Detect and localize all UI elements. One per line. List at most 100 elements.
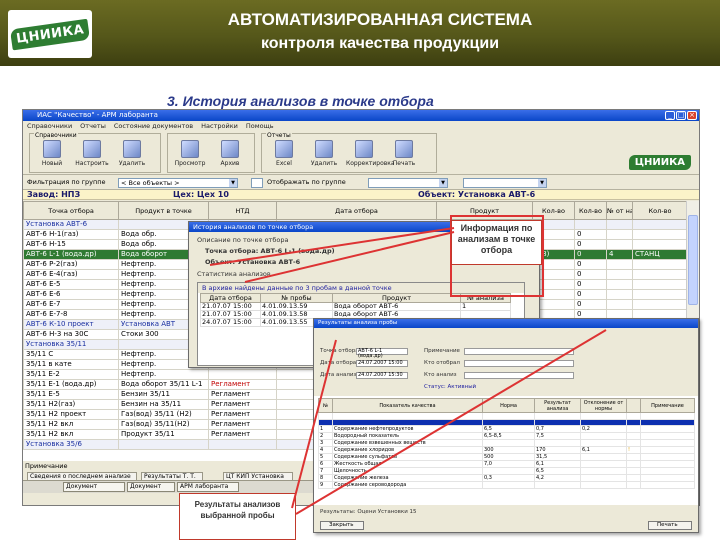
column-header[interactable]: № пробы [260,293,333,303]
history-section-label: Описание по точке отбора [197,236,289,244]
view-button[interactable]: Просмотр [172,135,208,171]
analyst-field[interactable] [464,372,574,379]
table-cell [482,418,535,427]
taskbar-item[interactable]: АРМ лаборанта [177,482,239,492]
result-row[interactable]: 9 Содержание сероводорода [318,481,695,490]
table-cell [632,299,687,310]
note-label: Примечание [25,462,68,470]
table-cell: АВТ-6 Е-5 [23,279,119,290]
toolbar: Справочники Новый Настроить Удалить Прос… [23,131,699,175]
menu-item[interactable]: Справочники [27,121,72,131]
remove-button[interactable]: Удалить [306,135,342,171]
table-cell [208,439,277,450]
delete-button[interactable]: Удалить [114,135,150,171]
result-row[interactable]: 5 Содержание сульфатов 500 31,5 [318,453,695,462]
field-value[interactable]: 24.07.2007 15:30 [356,372,408,379]
scrollbar-thumb[interactable] [688,215,698,305]
table-cell: 2 [318,432,333,441]
table-cell: Вода оборот 35/11 L-1 [118,379,209,390]
new-button[interactable]: Новый [34,135,70,171]
table-cell: 0 [574,229,607,240]
delete-icon [123,140,141,158]
field-value[interactable]: АВТ-6 L-1 (вода.др) [356,348,408,359]
close-button[interactable]: × [687,111,697,120]
menu-item[interactable]: Состояние документов [114,121,193,131]
result-row[interactable] [318,412,695,420]
result-row[interactable]: 8 Содержание железа 0,3 4,2 [318,474,695,483]
field-label: Примечание [424,348,460,354]
toolbar-group-view: Просмотр Архив [167,133,255,173]
table-cell: 7,5 [534,432,581,441]
table-cell: 0 [574,269,607,280]
column-header[interactable]: № [318,398,333,413]
column-header[interactable]: НТД [208,201,277,220]
table-cell [626,432,641,441]
table-cell [580,453,627,462]
close-dialog-button[interactable]: Закрыть [320,521,364,530]
result-row[interactable]: 7 Щелочность 6,5 [318,467,695,476]
results-table: № Показатель качества Норма Результат ан… [318,398,695,490]
filter-checkbox[interactable] [251,178,263,188]
column-header[interactable]: Отклонение от нормы [580,398,627,413]
note-field[interactable] [464,348,574,355]
menu-item[interactable]: Отчеты [80,121,106,131]
result-row[interactable]: 6 Жесткость общая 7,0 6,1 [318,460,695,469]
slide-subtitle: контроля качества продукции [260,35,500,52]
menu-item[interactable]: Настройки [201,121,238,131]
minimize-button[interactable]: _ [665,111,675,120]
result-row[interactable]: 1 Содержание нефтепродуктов 6,5 0,7 0,2 [318,425,695,434]
print-button[interactable]: Печать [386,135,422,171]
column-header[interactable]: Показатель качества [332,398,483,413]
column-header[interactable]: Кол-во [632,201,687,220]
column-header[interactable]: Продукт в точке [118,201,209,220]
column-header[interactable]: № от на [606,201,633,220]
table-cell [626,425,641,434]
column-header[interactable]: Дата отбора [200,293,261,303]
excel-button[interactable]: Excel [266,135,302,171]
archive-button[interactable]: Архив [212,135,248,171]
configure-button[interactable]: Настроить [74,135,110,171]
table-cell: ! [626,446,641,455]
maximize-button[interactable]: □ [676,111,686,120]
table-cell: 6,5 [534,467,581,476]
table-cell: Установка 35/11 [23,339,119,350]
table-cell: СТАНЦ [632,249,687,260]
table-cell [606,279,633,290]
column-header[interactable]: Точка отбора [23,201,119,220]
filter-group-select[interactable]: < Все объекты > ▼ [118,178,238,188]
table-cell [640,481,695,490]
column-header[interactable] [626,398,641,413]
table-cell: 0 [574,289,607,300]
column-header[interactable]: Результат анализа [534,398,581,413]
taskbar-item[interactable]: Документ [63,482,125,492]
column-header[interactable]: Продукт [332,293,461,303]
menu-item[interactable]: Помощь [246,121,274,131]
correction-icon [355,140,373,158]
history-row[interactable]: 21.07.07 15:00 4.01.09.13.59 Вода оборот А… [200,302,511,311]
column-header[interactable]: Норма [482,398,535,413]
column-header[interactable]: Дата отбора [276,201,437,220]
taskbar-item[interactable]: Документ [127,482,175,492]
result-row[interactable]: 4 Содержание хлоридов 300 170 6,1! [318,446,695,455]
field-value[interactable]: 24.07.2007 15:00 [356,360,408,367]
table-cell [640,418,695,427]
result-row[interactable] [318,418,695,427]
table-cell [580,481,627,490]
group-select-b[interactable]: ▼ [463,178,547,188]
sampler-field[interactable] [464,360,574,367]
result-row[interactable]: 3 Содержание взвешенных веществ [318,439,695,448]
table-cell [332,418,483,427]
table-cell [318,418,333,427]
table-cell [580,467,627,476]
table-cell [606,229,633,240]
table-cell: 21.07.07 15:00 [200,302,261,311]
table-cell: Продукт 35/11 [118,429,209,440]
group-select-a[interactable]: ▼ [368,178,448,188]
column-header[interactable]: Кол-во [574,201,607,220]
table-cell [626,467,641,476]
column-header[interactable]: Примечание [640,398,695,413]
correction-button[interactable]: Корректировка [346,135,395,171]
result-row[interactable]: 2 Водородный показатель 6,5-8,5 7,5 [318,432,695,441]
print-dialog-button[interactable]: Печать [648,521,692,530]
table-cell [534,418,581,427]
